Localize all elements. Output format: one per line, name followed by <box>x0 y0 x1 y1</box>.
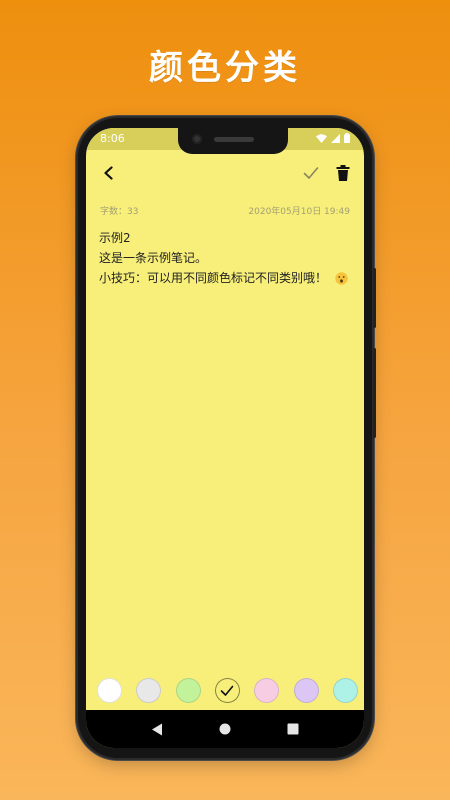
note-meta: 字数：33 2020年05月10日 19:49 <box>100 204 350 217</box>
check-icon <box>303 167 319 179</box>
selected-check-icon <box>221 685 234 696</box>
color-swatch[interactable] <box>214 678 240 703</box>
nav-back-button[interactable] <box>148 720 166 738</box>
status-icons <box>316 133 350 143</box>
promo-title: 颜色分类 <box>149 48 301 88</box>
color-swatch[interactable] <box>254 678 280 703</box>
trash-icon <box>336 165 350 181</box>
nav-home-button[interactable] <box>216 720 234 738</box>
nav-recents-icon <box>287 723 299 735</box>
earpiece-speaker <box>214 137 254 142</box>
front-camera <box>192 134 202 144</box>
color-swatch[interactable] <box>293 678 319 703</box>
system-nav-bar <box>86 710 364 748</box>
camera-notch <box>178 128 288 154</box>
back-button[interactable] <box>98 162 120 184</box>
note-line: 示例2 <box>99 231 131 245</box>
promo-background: 颜色分类 8:06 字数：33 2020年05月10日 19:49 示例2 这是… <box>0 0 450 800</box>
delete-button[interactable] <box>332 162 354 184</box>
wifi-icon <box>316 133 327 143</box>
surprised-face-icon <box>335 272 348 285</box>
color-swatch[interactable] <box>332 678 358 703</box>
phone-frame: 8:06 字数：33 2020年05月10日 19:49 示例2 这是一条示例笔… <box>78 118 376 758</box>
note-datetime: 2020年05月10日 19:49 <box>248 207 350 217</box>
chevron-left-icon <box>104 166 113 180</box>
color-picker <box>86 674 364 708</box>
color-swatch[interactable] <box>175 678 201 703</box>
side-button <box>373 348 376 438</box>
save-button[interactable] <box>300 162 322 184</box>
note-line: 小技巧：可以用不同颜色标记不同类别哦！😮 <box>99 268 354 289</box>
status-time: 8:06 <box>100 132 125 145</box>
side-button <box>373 268 376 328</box>
nav-recents-button[interactable] <box>284 720 302 738</box>
nav-home-icon <box>219 723 231 735</box>
battery-icon <box>344 133 350 143</box>
signal-icon <box>331 133 340 143</box>
nav-back-icon <box>152 723 162 735</box>
word-count: 字数：33 <box>100 207 139 217</box>
note-line: 这是一条示例笔记。 <box>99 251 208 265</box>
color-swatch[interactable] <box>97 678 122 703</box>
app-screen: 8:06 字数：33 2020年05月10日 19:49 示例2 这是一条示例笔… <box>86 128 364 748</box>
note-editor[interactable]: 示例2 这是一条示例笔记。 小技巧：可以用不同颜色标记不同类别哦！😮 <box>99 228 354 289</box>
note-toolbar <box>86 158 364 190</box>
color-swatch[interactable] <box>136 678 162 703</box>
note-line-text: 小技巧：可以用不同颜色标记不同类别哦！ <box>99 271 328 285</box>
